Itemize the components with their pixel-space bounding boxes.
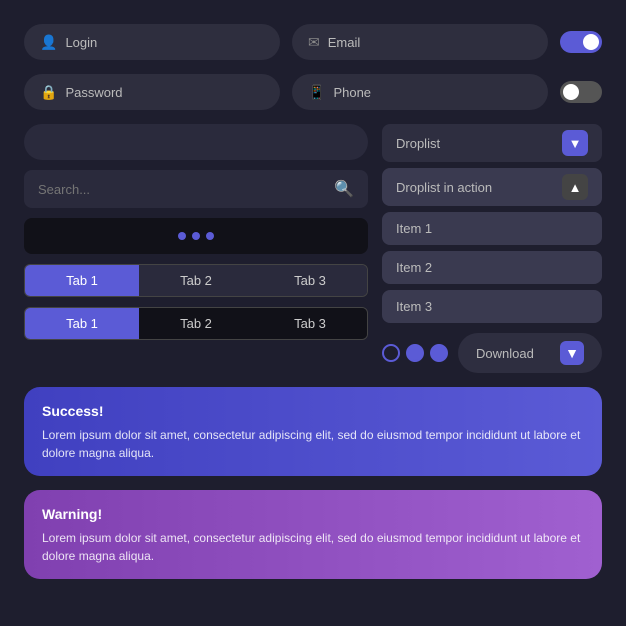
tab2-2[interactable]: Tab 2 bbox=[139, 308, 253, 339]
droplist-open-label: Droplist in action bbox=[396, 180, 492, 195]
success-alert: Success! Lorem ipsum dolor sit amet, con… bbox=[24, 387, 602, 476]
drop-item-1[interactable]: Item 1 bbox=[382, 212, 602, 245]
tab-1-active[interactable]: Tab 1 bbox=[25, 265, 139, 296]
input-row-1: 👤 Login ✉ Email bbox=[24, 24, 602, 60]
warning-title: Warning! bbox=[42, 504, 584, 525]
dot-3 bbox=[206, 232, 214, 240]
drop-item-3[interactable]: Item 3 bbox=[382, 290, 602, 323]
search-input[interactable] bbox=[38, 182, 326, 197]
tabs-row-1: Tab 1 Tab 2 Tab 3 bbox=[24, 264, 368, 297]
tab-3[interactable]: Tab 3 bbox=[253, 265, 367, 296]
password-field[interactable]: 🔒 Password bbox=[24, 74, 280, 110]
email-field[interactable]: ✉ Email bbox=[292, 24, 548, 60]
lock-icon: 🔒 bbox=[40, 84, 57, 101]
toggle-2[interactable] bbox=[560, 81, 602, 103]
ui-container: 👤 Login ✉ Email 🔒 Password 📱 Phone bbox=[24, 24, 602, 579]
download-button[interactable]: Download ▼ bbox=[458, 333, 602, 373]
warning-alert: Warning! Lorem ipsum dolor sit amet, con… bbox=[24, 490, 602, 579]
droplist-open-button[interactable]: Droplist in action ▲ bbox=[382, 168, 602, 206]
dot-1 bbox=[178, 232, 186, 240]
right-column: Droplist ▼ Droplist in action ▲ Item 1 I… bbox=[382, 124, 602, 373]
chevron-up-icon: ▲ bbox=[562, 174, 588, 200]
download-row: Download ▼ bbox=[382, 333, 602, 373]
phone-icon: 📱 bbox=[308, 84, 325, 101]
download-label: Download bbox=[476, 346, 534, 361]
warning-text: Lorem ipsum dolor sit amet, consectetur … bbox=[42, 529, 584, 565]
success-title: Success! bbox=[42, 401, 584, 422]
droplist-button[interactable]: Droplist ▼ bbox=[382, 124, 602, 162]
email-icon: ✉ bbox=[308, 34, 320, 51]
login-field[interactable]: 👤 Login bbox=[24, 24, 280, 60]
main-section: 🔍 Tab 1 Tab 2 Tab 3 Tab 1 Tab 2 Tab 3 bbox=[24, 124, 602, 373]
dot-bar[interactable] bbox=[24, 218, 368, 254]
droplist-label: Droplist bbox=[396, 136, 440, 151]
toggle-1[interactable] bbox=[560, 31, 602, 53]
radio-group bbox=[382, 344, 448, 362]
tab2-1-active[interactable]: Tab 1 bbox=[25, 308, 139, 339]
download-arrow-icon: ▼ bbox=[560, 341, 584, 365]
user-icon: 👤 bbox=[40, 34, 57, 51]
text-input-bar[interactable] bbox=[24, 124, 368, 160]
radio-circle-2[interactable] bbox=[406, 344, 424, 362]
email-label: Email bbox=[328, 35, 361, 50]
dot-2 bbox=[192, 232, 200, 240]
toggle-2-knob bbox=[563, 84, 579, 100]
search-icon: 🔍 bbox=[334, 179, 354, 199]
tab-2[interactable]: Tab 2 bbox=[139, 265, 253, 296]
left-column: 🔍 Tab 1 Tab 2 Tab 3 Tab 1 Tab 2 Tab 3 bbox=[24, 124, 368, 340]
radio-circle-3[interactable] bbox=[430, 344, 448, 362]
tab2-3[interactable]: Tab 3 bbox=[253, 308, 367, 339]
toggle-1-knob bbox=[583, 34, 599, 50]
phone-label: Phone bbox=[333, 85, 371, 100]
tabs-row-2: Tab 1 Tab 2 Tab 3 bbox=[24, 307, 368, 340]
toggle-2-col bbox=[560, 81, 602, 103]
phone-field[interactable]: 📱 Phone bbox=[292, 74, 548, 110]
toggles-column bbox=[560, 31, 602, 53]
login-label: Login bbox=[65, 35, 97, 50]
password-label: Password bbox=[65, 85, 122, 100]
success-text: Lorem ipsum dolor sit amet, consectetur … bbox=[42, 426, 584, 462]
drop-item-2[interactable]: Item 2 bbox=[382, 251, 602, 284]
search-bar[interactable]: 🔍 bbox=[24, 170, 368, 208]
chevron-down-icon: ▼ bbox=[562, 130, 588, 156]
radio-circle-1[interactable] bbox=[382, 344, 400, 362]
input-row-2: 🔒 Password 📱 Phone bbox=[24, 74, 602, 110]
